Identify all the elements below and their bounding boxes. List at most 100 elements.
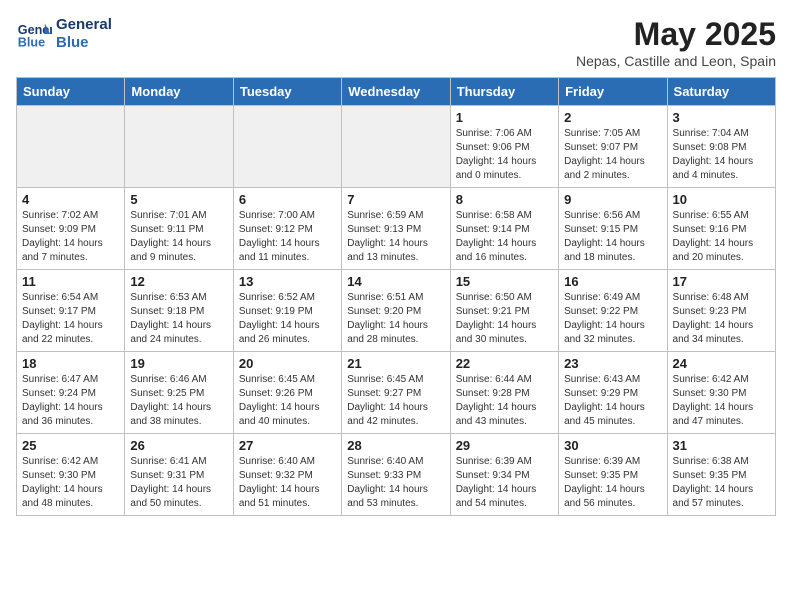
day-info: Sunrise: 6:41 AMSunset: 9:31 PMDaylight:… <box>130 455 227 511</box>
weekday-header-sunday: Sunday <box>17 78 125 106</box>
week-row-2: 4 Sunrise: 7:02 AMSunset: 9:09 PMDaylight… <box>17 188 776 270</box>
day-info: Sunrise: 6:56 AMSunset: 9:15 PMDaylight:… <box>564 209 661 265</box>
day-info: Sunrise: 6:45 AMSunset: 9:26 PMDaylight:… <box>239 373 336 429</box>
day-number: 2 <box>564 110 661 125</box>
week-row-5: 25 Sunrise: 6:42 AMSunset: 9:30 PMDayligh… <box>17 434 776 516</box>
logo-icon: General Blue <box>16 16 52 52</box>
day-number: 28 <box>347 438 444 453</box>
header: General Blue General Blue May 2025 Nepas… <box>16 16 776 69</box>
weekday-header-tuesday: Tuesday <box>233 78 341 106</box>
day-info: Sunrise: 6:39 AMSunset: 9:35 PMDaylight:… <box>564 455 661 511</box>
day-cell: 14 Sunrise: 6:51 AMSunset: 9:20 PMDayligh… <box>342 270 450 352</box>
day-info: Sunrise: 6:45 AMSunset: 9:27 PMDaylight:… <box>347 373 444 429</box>
month-title: May 2025 <box>576 16 776 53</box>
weekday-header-monday: Monday <box>125 78 233 106</box>
day-cell: 16 Sunrise: 6:49 AMSunset: 9:22 PMDayligh… <box>559 270 667 352</box>
day-cell: 6 Sunrise: 7:00 AMSunset: 9:12 PMDaylight… <box>233 188 341 270</box>
day-cell: 31 Sunrise: 6:38 AMSunset: 9:35 PMDayligh… <box>667 434 775 516</box>
day-info: Sunrise: 6:54 AMSunset: 9:17 PMDaylight:… <box>22 291 119 347</box>
day-number: 20 <box>239 356 336 371</box>
day-cell: 23Sunrise: 6:43 AMSunset: 9:29 PMDayligh… <box>559 352 667 434</box>
day-info: Sunrise: 7:04 AMSunset: 9:08 PMDaylight:… <box>673 127 770 183</box>
weekday-header-saturday: Saturday <box>667 78 775 106</box>
logo-general: General <box>56 16 112 34</box>
day-cell <box>125 106 233 188</box>
day-info: Sunrise: 6:39 AMSunset: 9:34 PMDaylight:… <box>456 455 553 511</box>
day-number: 21 <box>347 356 444 371</box>
day-info: Sunrise: 7:02 AMSunset: 9:09 PMDaylight:… <box>22 209 119 265</box>
day-info: Sunrise: 6:46 AMSunset: 9:25 PMDaylight:… <box>130 373 227 429</box>
day-cell: 21 Sunrise: 6:45 AMSunset: 9:27 PMDayligh… <box>342 352 450 434</box>
day-info: Sunrise: 6:42 AMSunset: 9:30 PMDaylight:… <box>22 455 119 511</box>
day-info: Sunrise: 6:55 AMSunset: 9:16 PMDaylight:… <box>673 209 770 265</box>
day-info: Sunrise: 6:44 AMSunset: 9:28 PMDaylight:… <box>456 373 553 429</box>
calendar-table: SundayMondayTuesdayWednesdayThursdayFrid… <box>16 77 776 516</box>
day-info: Sunrise: 6:40 AMSunset: 9:32 PMDaylight:… <box>239 455 336 511</box>
day-info: Sunrise: 6:51 AMSunset: 9:20 PMDaylight:… <box>347 291 444 347</box>
day-number: 19 <box>130 356 227 371</box>
day-cell: 30Sunrise: 6:39 AMSunset: 9:35 PMDayligh… <box>559 434 667 516</box>
logo: General Blue General Blue <box>16 16 112 52</box>
day-cell: 15Sunrise: 6:50 AMSunset: 9:21 PMDayligh… <box>450 270 558 352</box>
day-number: 25 <box>22 438 119 453</box>
day-number: 13 <box>239 274 336 289</box>
day-number: 4 <box>22 192 119 207</box>
day-cell: 3Sunrise: 7:04 AMSunset: 9:08 PMDaylight… <box>667 106 775 188</box>
day-cell: 19 Sunrise: 6:46 AMSunset: 9:25 PMDayligh… <box>125 352 233 434</box>
day-cell: 5Sunrise: 7:01 AMSunset: 9:11 PMDaylight… <box>125 188 233 270</box>
day-cell: 7Sunrise: 6:59 AMSunset: 9:13 PMDaylight… <box>342 188 450 270</box>
day-info: Sunrise: 6:52 AMSunset: 9:19 PMDaylight:… <box>239 291 336 347</box>
day-cell: 24Sunrise: 6:42 AMSunset: 9:30 PMDayligh… <box>667 352 775 434</box>
week-row-1: 1 Sunrise: 7:06 AMSunset: 9:06 PMDaylight… <box>17 106 776 188</box>
day-cell <box>342 106 450 188</box>
day-info: Sunrise: 6:38 AMSunset: 9:35 PMDaylight:… <box>673 455 770 511</box>
day-cell: 22 Sunrise: 6:44 AMSunset: 9:28 PMDayligh… <box>450 352 558 434</box>
week-row-4: 18 Sunrise: 6:47 AMSunset: 9:24 PMDayligh… <box>17 352 776 434</box>
location-title: Nepas, Castille and Leon, Spain <box>576 53 776 69</box>
day-number: 22 <box>456 356 553 371</box>
day-info: Sunrise: 7:00 AMSunset: 9:12 PMDaylight:… <box>239 209 336 265</box>
day-number: 15 <box>456 274 553 289</box>
day-cell: 18 Sunrise: 6:47 AMSunset: 9:24 PMDayligh… <box>17 352 125 434</box>
day-info: Sunrise: 6:48 AMSunset: 9:23 PMDaylight:… <box>673 291 770 347</box>
day-number: 18 <box>22 356 119 371</box>
day-number: 10 <box>673 192 770 207</box>
day-number: 26 <box>130 438 227 453</box>
weekday-header-row: SundayMondayTuesdayWednesdayThursdayFrid… <box>17 78 776 106</box>
day-cell: 10 Sunrise: 6:55 AMSunset: 9:16 PMDayligh… <box>667 188 775 270</box>
day-cell: 17 Sunrise: 6:48 AMSunset: 9:23 PMDayligh… <box>667 270 775 352</box>
day-number: 16 <box>564 274 661 289</box>
day-info: Sunrise: 6:40 AMSunset: 9:33 PMDaylight:… <box>347 455 444 511</box>
day-info: Sunrise: 6:43 AMSunset: 9:29 PMDaylight:… <box>564 373 661 429</box>
day-cell: 20 Sunrise: 6:45 AMSunset: 9:26 PMDayligh… <box>233 352 341 434</box>
weekday-header-friday: Friday <box>559 78 667 106</box>
day-cell: 12Sunrise: 6:53 AMSunset: 9:18 PMDayligh… <box>125 270 233 352</box>
day-cell <box>233 106 341 188</box>
day-number: 17 <box>673 274 770 289</box>
day-cell: 25 Sunrise: 6:42 AMSunset: 9:30 PMDayligh… <box>17 434 125 516</box>
day-cell: 8 Sunrise: 6:58 AMSunset: 9:14 PMDaylight… <box>450 188 558 270</box>
day-info: Sunrise: 6:53 AMSunset: 9:18 PMDaylight:… <box>130 291 227 347</box>
day-info: Sunrise: 6:47 AMSunset: 9:24 PMDaylight:… <box>22 373 119 429</box>
day-info: Sunrise: 6:58 AMSunset: 9:14 PMDaylight:… <box>456 209 553 265</box>
day-number: 27 <box>239 438 336 453</box>
day-number: 6 <box>239 192 336 207</box>
weekday-header-wednesday: Wednesday <box>342 78 450 106</box>
day-info: Sunrise: 7:06 AMSunset: 9:06 PMDaylight:… <box>456 127 553 183</box>
day-info: Sunrise: 7:05 AMSunset: 9:07 PMDaylight:… <box>564 127 661 183</box>
day-number: 1 <box>456 110 553 125</box>
day-info: Sunrise: 6:59 AMSunset: 9:13 PMDaylight:… <box>347 209 444 265</box>
day-info: Sunrise: 6:42 AMSunset: 9:30 PMDaylight:… <box>673 373 770 429</box>
title-area: May 2025 Nepas, Castille and Leon, Spain <box>576 16 776 69</box>
day-number: 8 <box>456 192 553 207</box>
day-info: Sunrise: 6:49 AMSunset: 9:22 PMDaylight:… <box>564 291 661 347</box>
day-number: 11 <box>22 274 119 289</box>
day-cell: 2 Sunrise: 7:05 AMSunset: 9:07 PMDaylight… <box>559 106 667 188</box>
day-cell: 29Sunrise: 6:39 AMSunset: 9:34 PMDayligh… <box>450 434 558 516</box>
week-row-3: 11 Sunrise: 6:54 AMSunset: 9:17 PMDayligh… <box>17 270 776 352</box>
day-cell: 11 Sunrise: 6:54 AMSunset: 9:17 PMDayligh… <box>17 270 125 352</box>
day-cell: 26 Sunrise: 6:41 AMSunset: 9:31 PMDayligh… <box>125 434 233 516</box>
day-number: 31 <box>673 438 770 453</box>
day-number: 14 <box>347 274 444 289</box>
day-number: 5 <box>130 192 227 207</box>
